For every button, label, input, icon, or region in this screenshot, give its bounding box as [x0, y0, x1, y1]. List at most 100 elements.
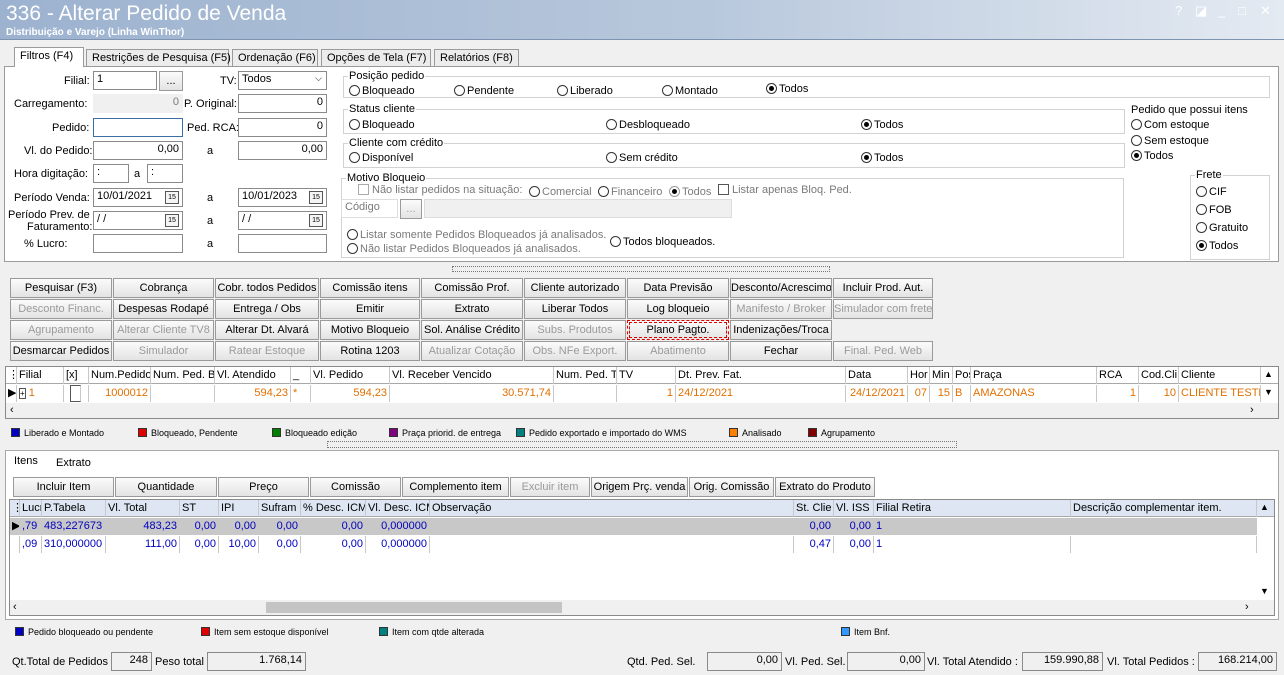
- col-pos[interactable]: Pos: [953, 367, 971, 384]
- expand-icon[interactable]: +: [19, 388, 26, 399]
- item-button-orig-comiss-o[interactable]: Orig. Comissão: [689, 477, 774, 497]
- action-button-cliente-autorizado[interactable]: Cliente autorizado: [524, 278, 626, 298]
- col-rca[interactable]: RCA: [1097, 367, 1139, 384]
- table-row[interactable]: ,09 310,000000 111,00 0,00 10,00 0,00 0,…: [10, 536, 1257, 553]
- vl-pedido-to-input[interactable]: 0,00: [238, 141, 327, 160]
- radio-somente-analisados[interactable]: Listar somente Pedidos Bloqueados já ana…: [347, 229, 606, 241]
- table-row[interactable]: ▶ ,79 483,227673 483,23 0,00 0,00 0,00 0…: [10, 518, 1257, 535]
- table-row[interactable]: ▶ + 1 1000012 594,23 * 594,23 30.571,74 …: [6, 385, 1261, 402]
- scroll-up-icon[interactable]: ▲: [1264, 369, 1273, 379]
- action-button-emitir[interactable]: Emitir: [320, 299, 420, 319]
- col-vl-total[interactable]: Vl. Total: [106, 500, 180, 517]
- radio-frete-fob[interactable]: FOB: [1196, 204, 1232, 216]
- col-dt-prev[interactable]: Dt. Prev. Fat.: [676, 367, 846, 384]
- scroll-right-icon[interactable]: ›: [1245, 601, 1249, 613]
- radio-itens-todos[interactable]: Todos: [1131, 150, 1173, 162]
- radio-itens-com-estoque[interactable]: Com estoque: [1131, 119, 1209, 131]
- orders-grid[interactable]: ⋮ Filial [x] Num.Pedido Num. Ped. B Vl. …: [5, 366, 1279, 419]
- periodo-venda-to-input[interactable]: 10/01/2023 15: [238, 188, 327, 207]
- radio-frete-todos[interactable]: Todos: [1196, 240, 1238, 252]
- calendar-icon[interactable]: 15: [309, 191, 323, 204]
- col-hor[interactable]: Hor: [908, 367, 930, 384]
- action-button-entrega-obs[interactable]: Entrega / Obs: [215, 299, 319, 319]
- action-button-rotina-1203[interactable]: Rotina 1203: [320, 341, 420, 361]
- tab-extrato[interactable]: Extrato: [50, 454, 96, 472]
- col-sufram[interactable]: Sufram: [259, 500, 301, 517]
- lucro-from-input[interactable]: [93, 234, 183, 253]
- panel-splitter[interactable]: [452, 266, 830, 272]
- col-p-tabela[interactable]: P.Tabela: [42, 500, 106, 517]
- panel-splitter-2[interactable]: [327, 441, 957, 448]
- action-button-ratear-estoque[interactable]: Ratear Estoque: [215, 341, 319, 361]
- lucro-to-input[interactable]: [238, 234, 327, 253]
- tab-itens[interactable]: Itens: [8, 452, 48, 472]
- tab-ordenacao[interactable]: Ordenação (F6): [232, 49, 318, 66]
- radio-situacao-financeiro[interactable]: Financeiro: [598, 186, 662, 198]
- listar-apenas-checkbox[interactable]: Listar apenas Bloq. Ped.: [718, 184, 852, 196]
- restore-icon[interactable]: ◪: [1195, 3, 1207, 19]
- col-ipi[interactable]: IPI: [219, 500, 259, 517]
- item-button-comiss-o[interactable]: Comissão: [310, 477, 401, 497]
- col-descricao-complementar[interactable]: Descrição complementar item.: [1071, 500, 1257, 517]
- radio-credito-sem-credito[interactable]: Sem crédito: [606, 152, 678, 164]
- action-button-desmarcar-pedidos[interactable]: Desmarcar Pedidos: [10, 341, 112, 361]
- action-button-alterar-cliente-tv8[interactable]: Alterar Cliente TV8: [113, 320, 214, 340]
- tab-opcoes-tela[interactable]: Opções de Tela (F7): [321, 49, 431, 66]
- radio-status-bloqueado[interactable]: Bloqueado: [349, 119, 415, 131]
- scroll-left-icon[interactable]: ‹: [13, 601, 17, 613]
- radio-credito-todos[interactable]: Todos: [861, 152, 903, 164]
- radio-credito-disponivel[interactable]: Disponível: [349, 152, 413, 164]
- col-vl-atendido[interactable]: Vl. Atendido: [215, 367, 291, 384]
- tv-select[interactable]: Todos ⌵: [238, 71, 327, 90]
- item-button-quantidade[interactable]: Quantidade: [115, 477, 217, 497]
- item-button-incluir-item[interactable]: Incluir Item: [13, 477, 114, 497]
- col-vl-receber[interactable]: Vl. Receber Vencido: [390, 367, 554, 384]
- col-num-pedido[interactable]: Num.Pedido: [89, 367, 151, 384]
- p-original-input[interactable]: 0: [238, 94, 327, 113]
- action-button-extrato[interactable]: Extrato: [421, 299, 523, 319]
- radio-frete-cif[interactable]: CIF: [1196, 186, 1227, 198]
- action-button-manifesto-broker[interactable]: Manifesto / Broker: [730, 299, 832, 319]
- action-button-abatimento[interactable]: Abatimento: [627, 341, 729, 361]
- action-button-cobran-a[interactable]: Cobrança: [113, 278, 214, 298]
- col-observacao[interactable]: Observação: [430, 500, 794, 517]
- radio-posicao-todos[interactable]: Todos: [766, 83, 808, 95]
- action-button-desconto-acrescimo[interactable]: Desconto/Acrescimo: [730, 278, 832, 298]
- radio-posicao-pendente[interactable]: Pendente: [454, 85, 514, 97]
- item-button-origem-pr-venda[interactable]: Origem Prç. venda: [591, 477, 688, 497]
- tab-filtros[interactable]: Filtros (F4): [14, 47, 84, 67]
- radio-situacao-comercial[interactable]: Comercial: [529, 186, 592, 198]
- col-cliente[interactable]: Cliente: [1179, 367, 1261, 384]
- radio-situacao-todos[interactable]: Todos: [669, 186, 711, 198]
- action-button-agrupamento[interactable]: Agrupamento: [10, 320, 112, 340]
- nao-listar-checkbox[interactable]: Não listar pedidos na situação:: [358, 184, 522, 196]
- col-filial-retira[interactable]: Filial Retira: [874, 500, 1071, 517]
- action-button-despesas-rodap[interactable]: Despesas Rodapé: [113, 299, 214, 319]
- col-num-ped-t[interactable]: Num. Ped. T: [554, 367, 617, 384]
- action-button-pesquisar-f3[interactable]: Pesquisar (F3): [10, 278, 112, 298]
- radio-frete-gratuito[interactable]: Gratuito: [1196, 222, 1248, 234]
- col-min[interactable]: Min: [930, 367, 953, 384]
- periodo-venda-from-input[interactable]: 10/01/2021 15: [93, 188, 183, 207]
- hora-to-input[interactable]: :: [147, 164, 183, 183]
- action-button-obs-nfe-export[interactable]: Obs. NFe Export.: [524, 341, 626, 361]
- close-icon[interactable]: ✕: [1260, 3, 1271, 19]
- radio-status-desbloqueado[interactable]: Desbloqueado: [606, 119, 690, 131]
- help-icon[interactable]: ?: [1175, 3, 1182, 18]
- col-vl-iss[interactable]: Vl. ISS: [834, 500, 874, 517]
- radio-posicao-liberado[interactable]: Liberado: [557, 85, 613, 97]
- action-button-incluir-prod-aut[interactable]: Incluir Prod. Aut.: [833, 278, 933, 298]
- calendar-icon[interactable]: 15: [165, 214, 179, 227]
- action-button-plano-pagto[interactable]: Plano Pagto.: [627, 320, 729, 340]
- action-button-log-bloqueio[interactable]: Log bloqueio: [627, 299, 729, 319]
- filial-input[interactable]: 1: [93, 71, 157, 90]
- action-button-fechar[interactable]: Fechar: [730, 341, 832, 361]
- cell-select[interactable]: [64, 385, 89, 402]
- col-lucro[interactable]: Lucr: [20, 500, 42, 517]
- radio-itens-sem-estoque[interactable]: Sem estoque: [1131, 135, 1209, 147]
- col-tv[interactable]: TV: [617, 367, 676, 384]
- item-button-complemento-item[interactable]: Complemento item: [402, 477, 509, 497]
- pedido-input[interactable]: [93, 118, 183, 137]
- action-button-subs-produtos[interactable]: Subs. Produtos: [524, 320, 626, 340]
- action-button-cobr-todos-pedidos[interactable]: Cobr. todos Pedidos: [215, 278, 319, 298]
